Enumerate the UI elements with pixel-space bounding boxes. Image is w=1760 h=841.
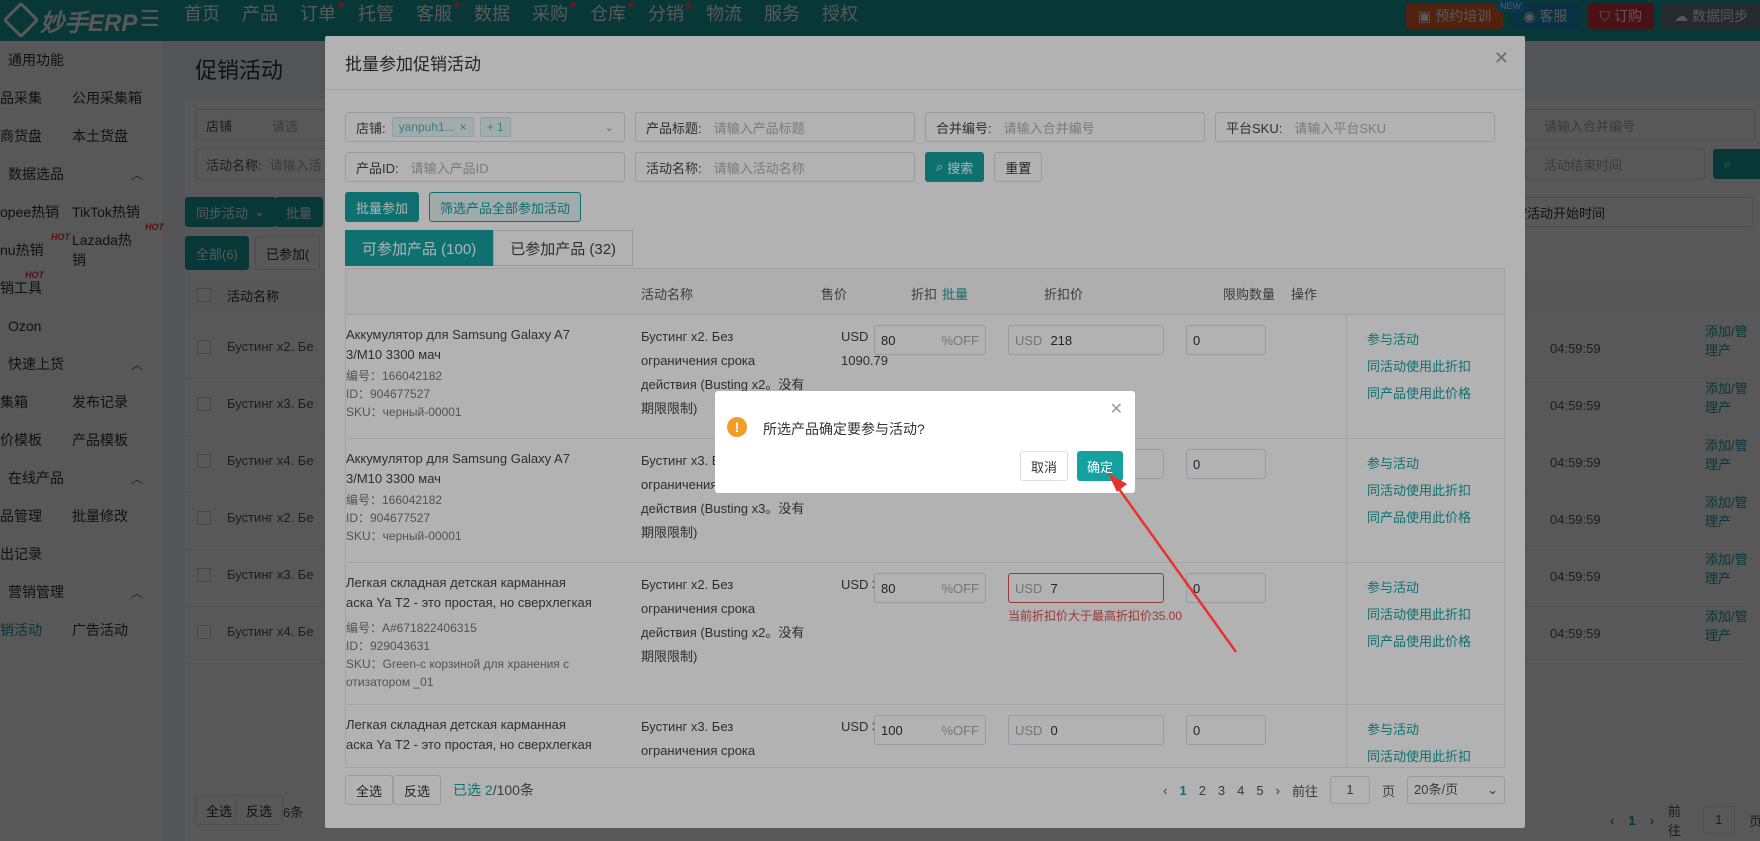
confirm-ok-button[interactable]: 确定 <box>1077 451 1124 481</box>
close-icon[interactable]: ✕ <box>1110 399 1123 419</box>
warning-icon: ! <box>727 417 747 437</box>
confirm-message: 所选产品确定要参与活动? <box>763 421 925 437</box>
cancel-button[interactable]: 取消 <box>1020 451 1069 481</box>
confirm-dialog: ! 所选产品确定要参与活动? ✕ 取消 确定 <box>715 391 1135 493</box>
